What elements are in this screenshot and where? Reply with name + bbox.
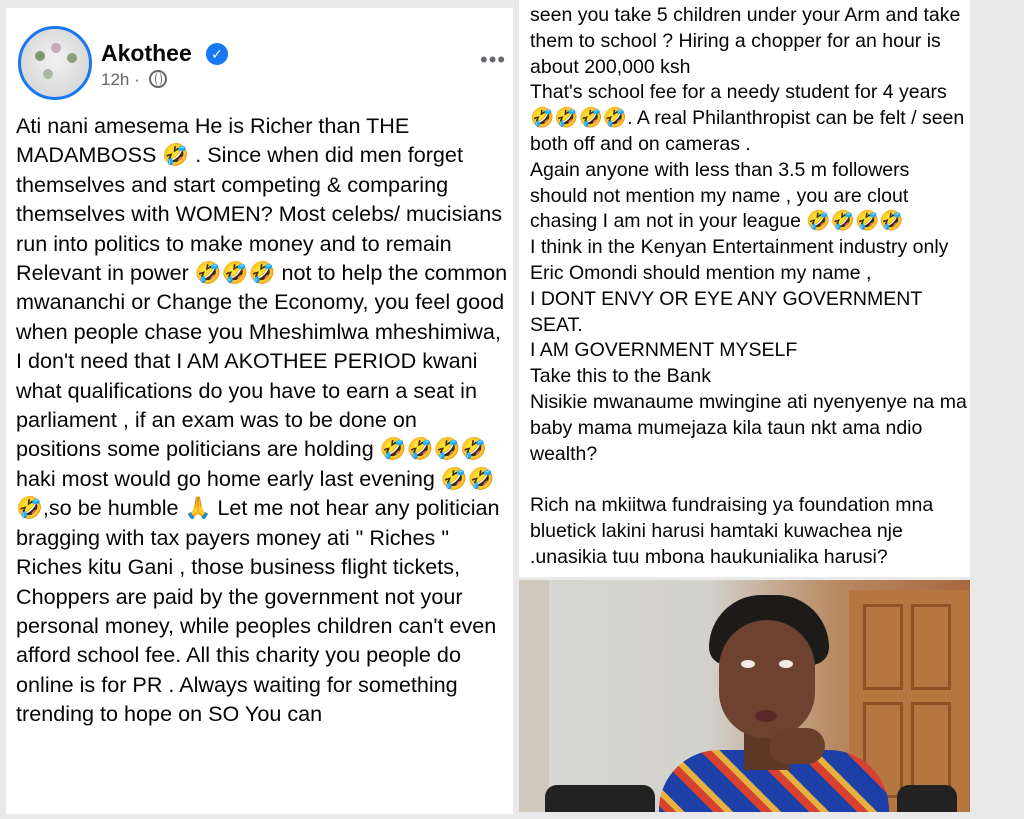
- verified-badge-icon: ✓: [206, 43, 228, 65]
- avatar-decoration: [43, 69, 53, 79]
- photo-chair: [897, 785, 957, 812]
- post-meta: 12h ·: [101, 70, 167, 90]
- door-panel: [911, 702, 951, 798]
- meta-separator: ·: [134, 70, 140, 89]
- post-body-text: Ati nani amesema He is Richer than THE M…: [16, 113, 508, 727]
- post-time[interactable]: 12h: [101, 70, 129, 89]
- avatar-decoration: [51, 43, 61, 53]
- facebook-post-card: Akothee ✓ 12h · ••• Ati nani amesema He …: [6, 8, 513, 814]
- door-panel: [863, 604, 903, 690]
- more-options-icon[interactable]: •••: [480, 47, 506, 73]
- photo-person-mouth: [755, 710, 777, 722]
- photo-person-eye: [741, 660, 755, 668]
- photo-person-hand: [769, 728, 825, 764]
- post-continuation-card: seen you take 5 children under your Arm …: [519, 0, 970, 577]
- author-name[interactable]: Akothee: [101, 40, 192, 67]
- photo-person-eye: [779, 660, 793, 668]
- post-body-continuation: seen you take 5 children under your Arm …: [530, 4, 967, 568]
- photo-background-wall: [519, 580, 549, 812]
- avatar-decoration: [35, 51, 45, 61]
- avatar-decoration: [67, 53, 77, 63]
- profile-avatar[interactable]: [18, 26, 92, 100]
- photo-chair: [545, 785, 655, 812]
- door-panel: [911, 604, 951, 690]
- globe-icon: [148, 70, 167, 88]
- attached-photo[interactable]: [519, 580, 970, 812]
